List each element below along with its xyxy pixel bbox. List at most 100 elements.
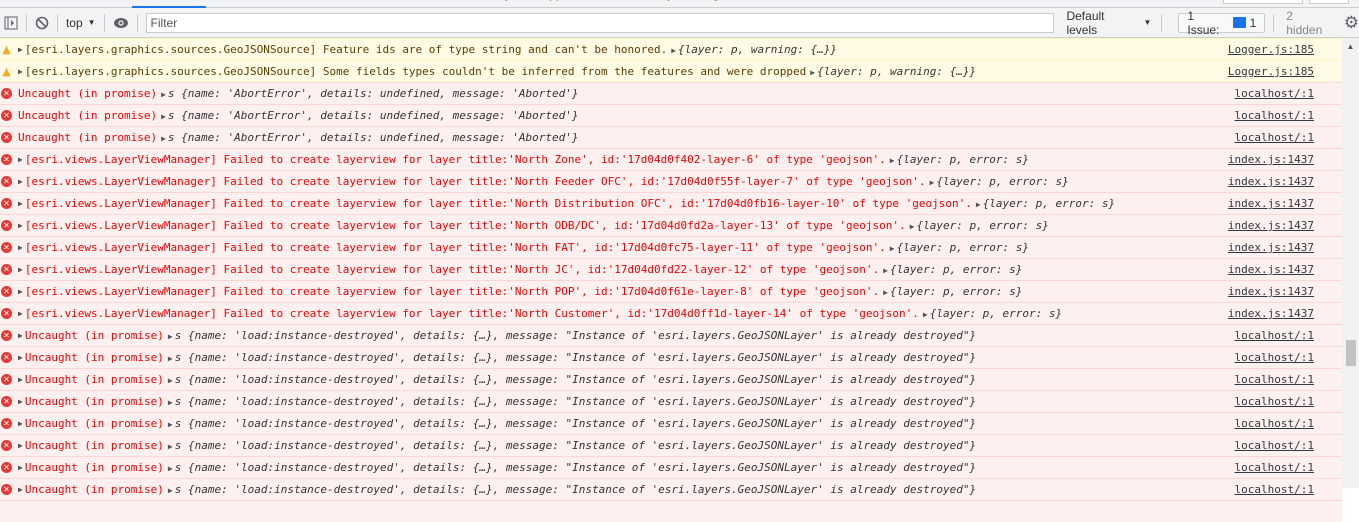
message-object[interactable]: ▶ s {name: 'load:instance-destroyed', det… [168, 439, 976, 452]
source-link[interactable]: localhost/:1 [1235, 417, 1314, 430]
message-object[interactable]: ▶ s {name: 'load:instance-destroyed', det… [168, 329, 976, 342]
message-object[interactable]: ▶ s {name: 'load:instance-destroyed', det… [168, 483, 976, 496]
source-link[interactable]: localhost/:1 [1235, 329, 1314, 342]
tab-elements[interactable]: Elements [52, 0, 132, 8]
source-link[interactable]: localhost/:1 [1235, 461, 1314, 474]
source-link[interactable]: localhost/:1 [1235, 373, 1314, 386]
message-object[interactable]: ▶ {layer: p, error: s} [923, 307, 1062, 320]
expand-triangle-icon[interactable]: ▶ [168, 354, 173, 363]
tab-sources[interactable]: Sources [206, 0, 280, 8]
source-link[interactable]: index.js:1437 [1228, 219, 1314, 232]
expand-triangle-icon[interactable]: ▶ [18, 45, 23, 54]
tab-application[interactable]: Application [526, 0, 615, 8]
source-link[interactable]: localhost/:1 [1235, 483, 1314, 496]
filter-input[interactable]: Filter [145, 12, 1055, 33]
tab-network[interactable]: Network [280, 0, 354, 8]
message-object[interactable]: ▶ s {name: 'load:instance-destroyed', det… [168, 417, 976, 430]
source-link[interactable]: index.js:1437 [1228, 153, 1314, 166]
expand-triangle-icon[interactable]: ▶ [883, 266, 888, 275]
message-object[interactable]: ▶ {layer: p, error: s} [883, 263, 1022, 276]
message-object[interactable]: ▶ {layer: p, error: s} [883, 285, 1022, 298]
message-object[interactable]: ▶ {layer: p, warning: {…}} [671, 43, 837, 56]
source-link[interactable]: index.js:1437 [1228, 263, 1314, 276]
source-link[interactable]: localhost/:1 [1235, 439, 1314, 452]
expand-triangle-icon[interactable]: ▶ [168, 464, 173, 473]
source-link[interactable]: index.js:1437 [1228, 241, 1314, 254]
expand-triangle-icon[interactable]: ▶ [18, 221, 23, 230]
expand-triangle-icon[interactable]: ▶ [910, 222, 915, 231]
expand-triangle-icon[interactable]: ▶ [18, 287, 23, 296]
message-object[interactable]: ▶ s {name: 'AbortError', details: undefin… [161, 131, 578, 144]
expand-triangle-icon[interactable]: ▶ [18, 309, 23, 318]
source-link[interactable]: localhost/:1 [1235, 131, 1314, 144]
source-link[interactable]: index.js:1437 [1228, 285, 1314, 298]
log-levels-dropdown[interactable]: Default levels ▼ [1066, 9, 1151, 37]
expand-triangle-icon[interactable]: ▶ [18, 265, 23, 274]
message-object[interactable]: ▶ {layer: p, error: s} [910, 219, 1049, 232]
context-selector[interactable]: top ▼ [62, 11, 100, 35]
expand-triangle-icon[interactable]: ▶ [18, 243, 23, 252]
expand-triangle-icon[interactable]: ▶ [168, 332, 173, 341]
expand-triangle-icon[interactable]: ▶ [890, 244, 895, 253]
message-object[interactable]: ▶ s {name: 'load:instance-destroyed', det… [168, 373, 976, 386]
source-link[interactable]: localhost/:1 [1235, 87, 1314, 100]
source-link[interactable]: index.js:1437 [1228, 197, 1314, 210]
expand-triangle-icon[interactable]: ▶ [18, 177, 23, 186]
expand-triangle-icon[interactable]: ▶ [18, 331, 23, 340]
expand-triangle-icon[interactable]: ▶ [671, 46, 676, 55]
message-object[interactable]: ▶ s {name: 'load:instance-destroyed', det… [168, 395, 976, 408]
scrollbar-thumb[interactable] [1346, 340, 1356, 366]
expand-triangle-icon[interactable]: ▶ [161, 134, 166, 143]
tab-security[interactable]: Security [615, 0, 688, 8]
sidebar-toggle-icon[interactable] [0, 11, 22, 35]
expand-triangle-icon[interactable]: ▶ [18, 419, 23, 428]
error-warning-counter[interactable] [1223, 0, 1303, 4]
source-link[interactable]: localhost/:1 [1235, 351, 1314, 364]
expand-triangle-icon[interactable]: ▶ [923, 310, 928, 319]
message-object[interactable]: ▶ {layer: p, error: s} [976, 197, 1115, 210]
expand-triangle-icon[interactable]: ▶ [890, 156, 895, 165]
tab-lighthouse[interactable]: Lighthouse [688, 0, 777, 8]
source-link[interactable]: index.js:1437 [1228, 175, 1314, 188]
expand-triangle-icon[interactable]: ▶ [18, 441, 23, 450]
expand-triangle-icon[interactable]: ▶ [168, 376, 173, 385]
expand-triangle-icon[interactable]: ▶ [810, 68, 815, 77]
source-link[interactable]: localhost/:1 [1235, 109, 1314, 122]
expand-triangle-icon[interactable]: ▶ [18, 485, 23, 494]
source-link[interactable]: Logger.js:185 [1228, 43, 1314, 56]
expand-triangle-icon[interactable]: ▶ [161, 112, 166, 121]
gear-icon[interactable]: ⚙ [1344, 13, 1359, 33]
expand-triangle-icon[interactable]: ▶ [18, 463, 23, 472]
expand-triangle-icon[interactable]: ▶ [168, 398, 173, 407]
tab-memory[interactable]: Memory [453, 0, 526, 8]
expand-triangle-icon[interactable]: ▶ [18, 199, 23, 208]
expand-triangle-icon[interactable]: ▶ [168, 420, 173, 429]
message-object[interactable]: ▶ {layer: p, error: s} [930, 175, 1069, 188]
live-expression-eye-icon[interactable] [109, 11, 133, 35]
expand-triangle-icon[interactable]: ▶ [883, 288, 888, 297]
scrollbar[interactable]: ▲ [1342, 38, 1359, 488]
expand-triangle-icon[interactable]: ▶ [976, 200, 981, 209]
expand-triangle-icon[interactable]: ▶ [18, 67, 23, 76]
expand-triangle-icon[interactable]: ▶ [930, 178, 935, 187]
expand-triangle-icon[interactable]: ▶ [168, 486, 173, 495]
tab-console[interactable]: Console [132, 0, 207, 8]
tab-performance[interactable]: Performance [354, 0, 453, 8]
issues-counter[interactable] [1309, 0, 1349, 4]
source-link[interactable]: Logger.js:185 [1228, 65, 1314, 78]
message-object[interactable]: ▶ s {name: 'AbortError', details: undefin… [161, 109, 578, 122]
scroll-up-arrow-icon[interactable]: ▲ [1342, 42, 1359, 51]
expand-triangle-icon[interactable]: ▶ [18, 375, 23, 384]
issues-button[interactable]: 1 Issue: 1 [1178, 9, 1266, 37]
message-object[interactable]: ▶ {layer: p, warning: {…}} [810, 65, 976, 78]
source-link[interactable]: index.js:1437 [1228, 307, 1314, 320]
expand-triangle-icon[interactable]: ▶ [161, 90, 166, 99]
message-object[interactable]: ▶ {layer: p, error: s} [890, 153, 1029, 166]
expand-triangle-icon[interactable]: ▶ [18, 397, 23, 406]
clear-console-icon[interactable] [31, 11, 53, 35]
message-object[interactable]: ▶ {layer: p, error: s} [890, 241, 1029, 254]
expand-triangle-icon[interactable]: ▶ [18, 155, 23, 164]
expand-triangle-icon[interactable]: ▶ [168, 442, 173, 451]
source-link[interactable]: localhost/:1 [1235, 395, 1314, 408]
message-object[interactable]: ▶ s {name: 'load:instance-destroyed', det… [168, 351, 976, 364]
